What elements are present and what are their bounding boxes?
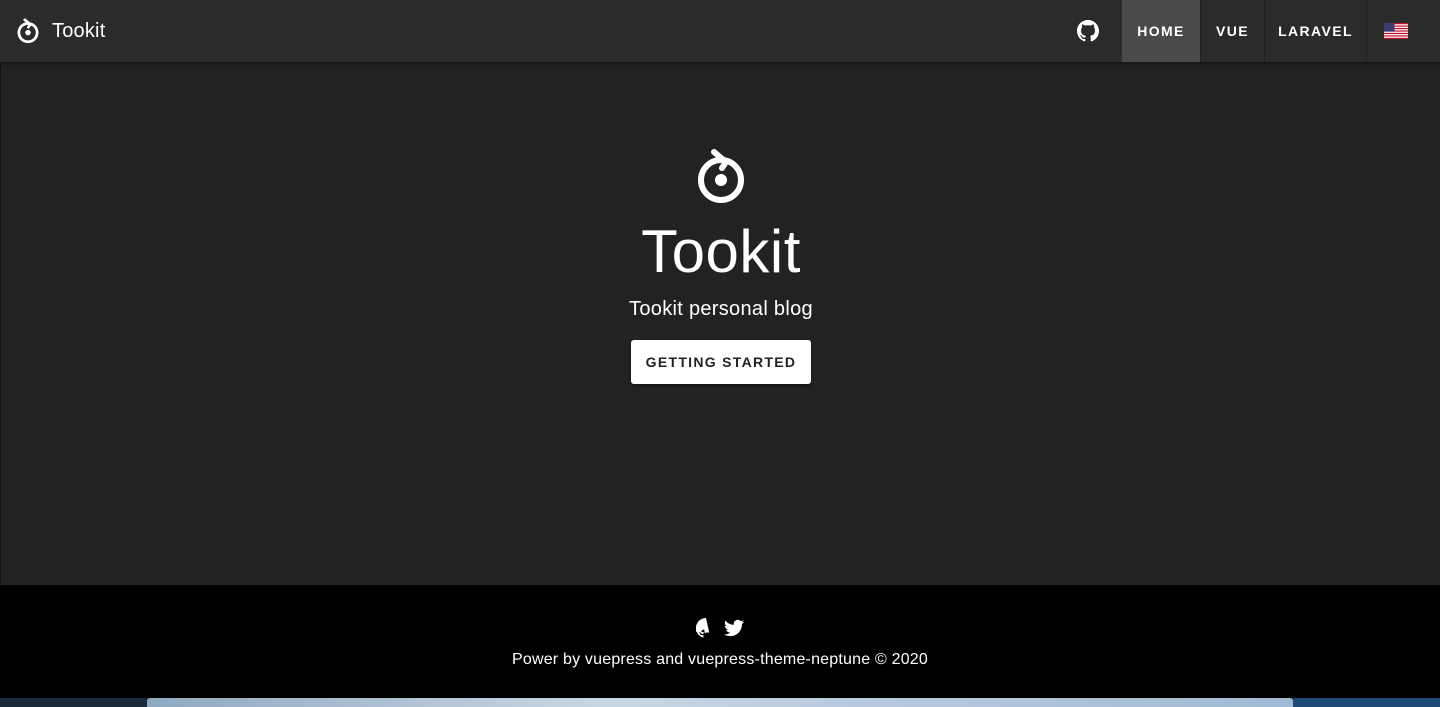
footer: Power by vuepress and vuepress-theme-nep… [0, 585, 1440, 698]
background-strip [0, 698, 1440, 707]
tookit-logo-icon [698, 149, 744, 203]
brand-title: Tookit [52, 19, 106, 42]
nav-vue[interactable]: VUE [1200, 0, 1264, 62]
nav-home[interactable]: HOME [1122, 0, 1200, 62]
github-link[interactable] [1066, 0, 1110, 62]
nav-laravel[interactable]: LARAVEL [1264, 0, 1366, 62]
footer-credit: Power by vuepress and vuepress-theme-nep… [511, 651, 928, 668]
footer-twitter-link[interactable] [724, 618, 744, 638]
github-icon [696, 618, 710, 638]
hero-title: Tookit [641, 218, 801, 285]
app-bar: Tookit HOME VUE LARAVEL [0, 0, 1440, 62]
hero-section: Tookit Tookit personal blog GETTING STAR… [0, 62, 1440, 585]
twitter-icon [724, 619, 744, 637]
page: Tookit HOME VUE LARAVEL Tookit Tookit pe… [0, 0, 1440, 707]
background-window-edge [147, 698, 1293, 707]
hero-subtitle: Tookit personal blog [629, 298, 813, 320]
us-flag-icon [1383, 23, 1408, 39]
getting-started-button[interactable]: GETTING STARTED [631, 340, 811, 384]
background-panel-edge [1293, 698, 1440, 707]
footer-github-link[interactable] [696, 618, 716, 638]
github-icon [1077, 20, 1099, 42]
language-switcher[interactable] [1366, 0, 1424, 62]
brand-link[interactable]: Tookit [0, 0, 105, 62]
footer-social-links [0, 618, 1440, 638]
tookit-logo-icon [17, 18, 39, 44]
